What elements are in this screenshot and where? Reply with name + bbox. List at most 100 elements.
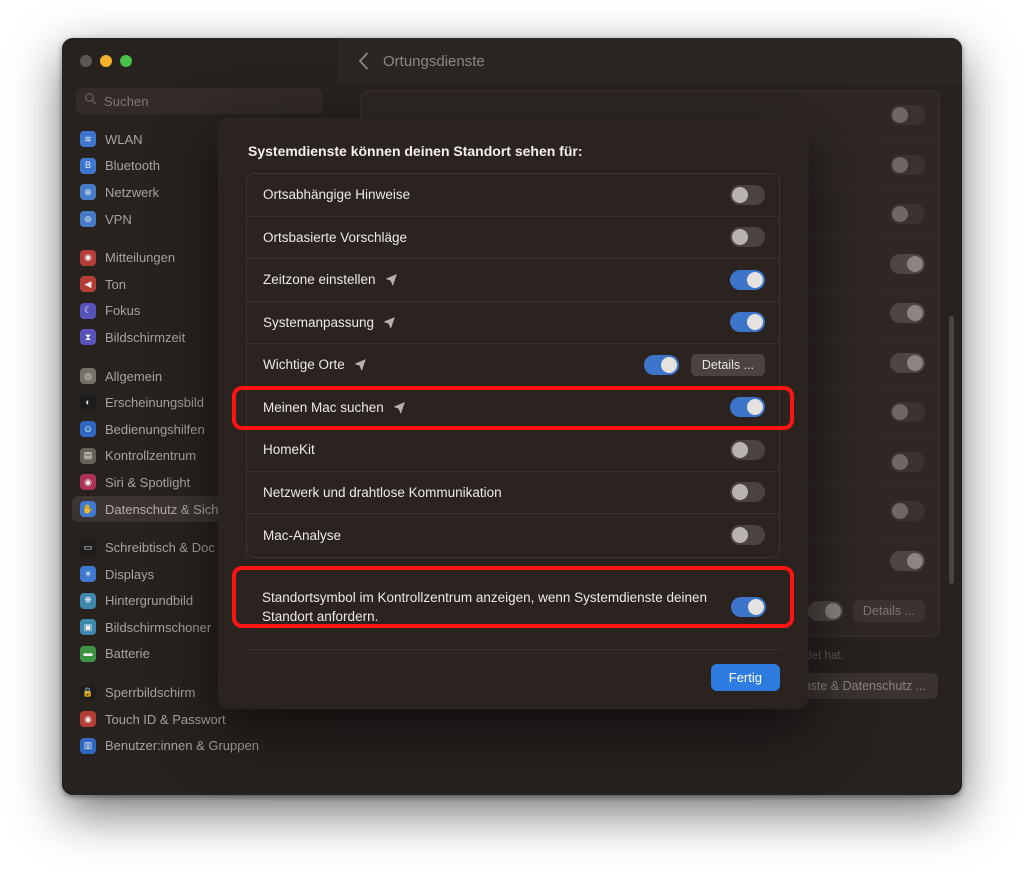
sidebar-item-label: Bedienungshilfen [105, 421, 205, 437]
service-label-text: Zeitzone einstellen [263, 272, 376, 288]
sidebar-item-label: Sperrbildschirm [105, 685, 196, 701]
sidebar-item-label: Ton [105, 276, 126, 292]
hand-shield-icon: ✋ [80, 501, 96, 518]
bluetooth-icon: B [80, 157, 96, 174]
control-center-icon-toggle[interactable] [731, 597, 766, 618]
location-arrow-icon [383, 316, 396, 329]
vpn-icon: ⊜ [80, 211, 96, 228]
service-toggle[interactable] [730, 439, 765, 460]
sidebar-item-label: WLAN [105, 131, 143, 147]
siri-icon: ◉ [80, 474, 96, 491]
wifi-icon: ≋ [80, 131, 96, 148]
background-app-toggle[interactable] [890, 352, 925, 373]
bell-icon: ◉ [80, 249, 96, 266]
desktop-backdrop: Suchen ≋ WLAN B Bluetooth ⊕ Netzwerk ⊜ VPN ◉ Mitt… [0, 0, 1024, 874]
service-label: Zeitzone einstellen [263, 272, 730, 287]
search-icon [84, 92, 97, 110]
service-toggle[interactable] [730, 482, 765, 503]
sidebar-item-benutzer-innen-gruppen[interactable]: ▥ Benutzer:innen & Gruppen [72, 732, 328, 759]
background-app-toggle[interactable] [890, 303, 925, 324]
service-toggle[interactable] [730, 312, 765, 333]
sidebar-item-touch-id-passwort[interactable]: ◉ Touch ID & Passwort [72, 706, 328, 733]
service-toggle[interactable] [730, 397, 765, 418]
service-toggle[interactable] [730, 227, 765, 248]
background-app-toggle[interactable] [890, 451, 925, 472]
scrollbar-thumb[interactable] [949, 316, 954, 584]
desktop-dock-icon: ▭ [80, 539, 96, 556]
chevron-left-icon[interactable] [358, 52, 369, 70]
close-window-button[interactable] [80, 55, 92, 67]
sidebar-item-label: VPN [105, 211, 132, 227]
control-center-icon-row: Standortsymbol im Kontrollzentrum anzeig… [246, 576, 780, 639]
service-row: Meinen Mac suchen [247, 387, 779, 429]
sidebar-item-label: Bluetooth [105, 158, 160, 174]
service-row: Zeitzone einstellen [247, 259, 779, 302]
service-toggle[interactable] [730, 184, 765, 205]
service-row: Mac-Analyse [247, 514, 779, 557]
service-label-text: HomeKit [263, 442, 315, 458]
minimize-window-button[interactable] [100, 55, 112, 67]
search-placeholder: Suchen [104, 93, 149, 109]
speaker-icon: ◀ [80, 276, 96, 293]
background-app-toggle[interactable] [890, 105, 925, 126]
sidebar-item-label: Benutzer:innen & Gruppen [105, 738, 259, 754]
sidebar-item-label: Schreibtisch & Doc [105, 540, 215, 556]
sidebar-item-label: Siri & Spotlight [105, 474, 191, 490]
sidebar-item-label: Kontrollzentrum [105, 448, 197, 464]
service-label-text: Meinen Mac suchen [263, 399, 384, 415]
service-details-button[interactable]: Details ... [690, 353, 765, 376]
background-app-toggle[interactable] [890, 402, 925, 423]
sidebar-item-label: Erscheinungsbild [105, 395, 205, 411]
service-toggle[interactable] [730, 269, 765, 290]
service-label-text: Wichtige Orte [263, 357, 345, 373]
background-app-toggle[interactable] [890, 501, 925, 522]
done-button[interactable]: Fertig [710, 664, 780, 691]
service-label: Systemanpassung [263, 315, 730, 330]
wallpaper-icon: ❋ [80, 592, 96, 609]
service-label: Netzwerk und drahtlose Kommunikation [263, 485, 730, 500]
toolbar: Ortungsdienste [338, 38, 962, 84]
background-app-toggle[interactable] [890, 253, 925, 274]
service-label-text: Ortsabhängige Hinweise [263, 187, 411, 203]
search-input[interactable]: Suchen [76, 88, 322, 114]
service-label-text: Ortsbasierte Vorschläge [263, 229, 408, 245]
sidebar-item-label: Netzwerk [105, 184, 160, 200]
users-icon: ▥ [80, 737, 96, 754]
background-app-toggle[interactable] [807, 600, 843, 621]
background-details-button[interactable]: Details ... [852, 599, 925, 622]
background-app-toggle[interactable] [890, 154, 925, 175]
service-toggle[interactable] [730, 525, 765, 546]
screensaver-icon: ▣ [80, 619, 96, 636]
globe-icon: ⊕ [80, 184, 96, 201]
service-label-text: Systemanpassung [263, 314, 375, 330]
system-services-list: Ortsabhängige Hinweise Ortsbasierte Vorsc… [246, 173, 780, 558]
sheet-title: Systemdienste können deinen Standort seh… [248, 143, 583, 159]
contrast-icon: ◐ [80, 394, 96, 411]
sidebar-item-label: Hintergrundbild [105, 593, 194, 609]
sidebar-item-label: Batterie [105, 646, 150, 662]
sidebar-item-label: Datenschutz & Sich [105, 501, 219, 517]
service-label: HomeKit [263, 442, 730, 457]
service-row: HomeKit [247, 429, 779, 472]
sheet-action-bar: Fertig [246, 650, 780, 709]
sidebar-item-label: Allgemein [105, 368, 163, 384]
maximize-window-button[interactable] [120, 55, 132, 67]
location-arrow-icon [354, 358, 367, 371]
location-arrow-icon [393, 401, 406, 414]
moon-icon: ☾ [80, 302, 96, 319]
service-label: Ortsabhängige Hinweise [263, 187, 730, 202]
gear-icon: ◎ [80, 368, 96, 385]
service-row: Netzwerk und drahtlose Kommunikation [247, 472, 779, 514]
service-label: Mac-Analyse [263, 528, 730, 543]
lock-icon: 🔒 [80, 684, 96, 701]
service-toggle[interactable] [643, 354, 679, 375]
page-title: Ortungsdienste [383, 52, 485, 70]
system-services-sheet: Systemdienste können deinen Standort seh… [218, 118, 808, 709]
sidebar-item-label: Mitteilungen [105, 250, 176, 266]
sidebar-item-label: Touch ID & Passwort [105, 711, 226, 727]
service-row: Ortsbasierte Vorschläge [247, 217, 779, 259]
service-row: Ortsabhängige Hinweise [247, 174, 779, 217]
background-app-toggle[interactable] [890, 550, 925, 571]
background-app-toggle[interactable] [890, 204, 925, 225]
accessibility-icon: ⊙ [80, 421, 96, 438]
